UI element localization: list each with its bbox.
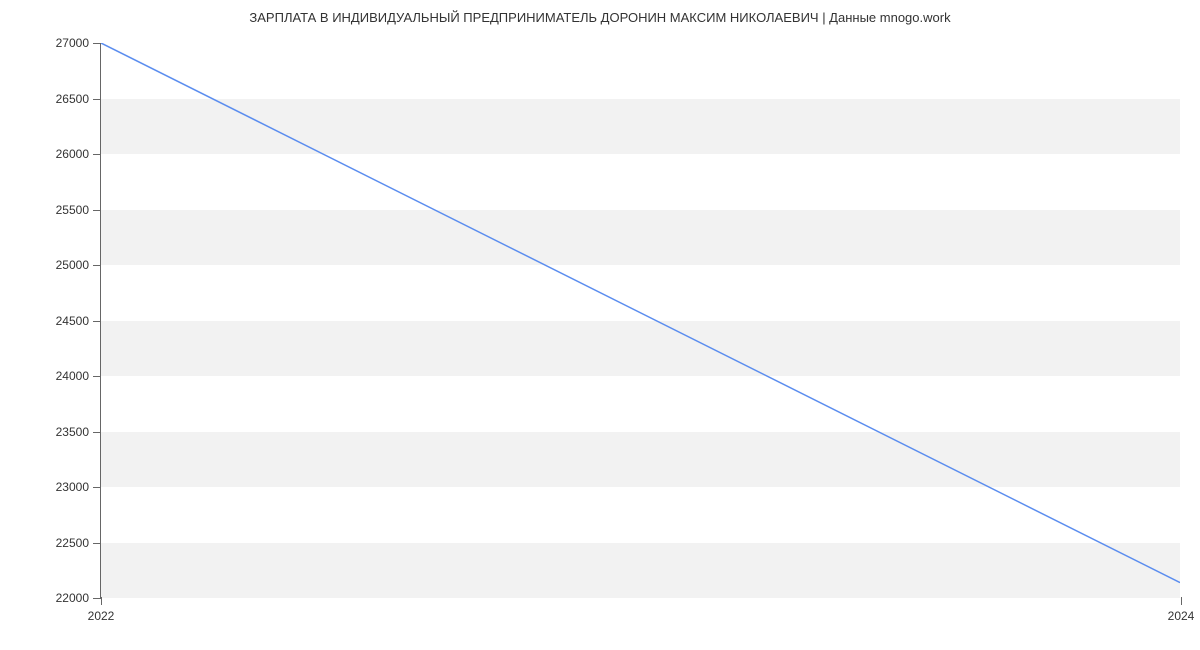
x-tick-label: 2022 <box>88 609 115 623</box>
grid-band <box>101 321 1180 377</box>
x-tick-label: 2024 <box>1168 609 1195 623</box>
y-tick <box>93 432 101 433</box>
x-tick <box>1181 597 1182 605</box>
chart-container: 2200022500230002350024000245002500025500… <box>100 43 1180 598</box>
y-tick <box>93 487 101 488</box>
y-tick-label: 27000 <box>56 36 89 50</box>
y-tick <box>93 543 101 544</box>
y-tick <box>93 210 101 211</box>
y-tick <box>93 43 101 44</box>
y-tick <box>93 321 101 322</box>
grid-band <box>101 210 1180 266</box>
y-tick-label: 26500 <box>56 92 89 106</box>
y-tick-label: 23500 <box>56 425 89 439</box>
y-tick <box>93 598 101 599</box>
chart-title: ЗАРПЛАТА В ИНДИВИДУАЛЬНЫЙ ПРЕДПРИНИМАТЕЛ… <box>0 0 1200 25</box>
y-tick <box>93 99 101 100</box>
y-tick-label: 25000 <box>56 258 89 272</box>
y-tick-label: 24000 <box>56 369 89 383</box>
y-tick <box>93 265 101 266</box>
y-tick-label: 24500 <box>56 314 89 328</box>
grid-band <box>101 543 1180 599</box>
y-tick <box>93 154 101 155</box>
y-tick-label: 25500 <box>56 203 89 217</box>
y-tick <box>93 376 101 377</box>
x-tick <box>101 597 102 605</box>
y-tick-label: 26000 <box>56 147 89 161</box>
y-tick-label: 22500 <box>56 536 89 550</box>
y-tick-label: 23000 <box>56 480 89 494</box>
y-tick-label: 22000 <box>56 591 89 605</box>
grid-band <box>101 99 1180 155</box>
plot-area: 2200022500230002350024000245002500025500… <box>100 43 1180 598</box>
grid-band <box>101 432 1180 488</box>
